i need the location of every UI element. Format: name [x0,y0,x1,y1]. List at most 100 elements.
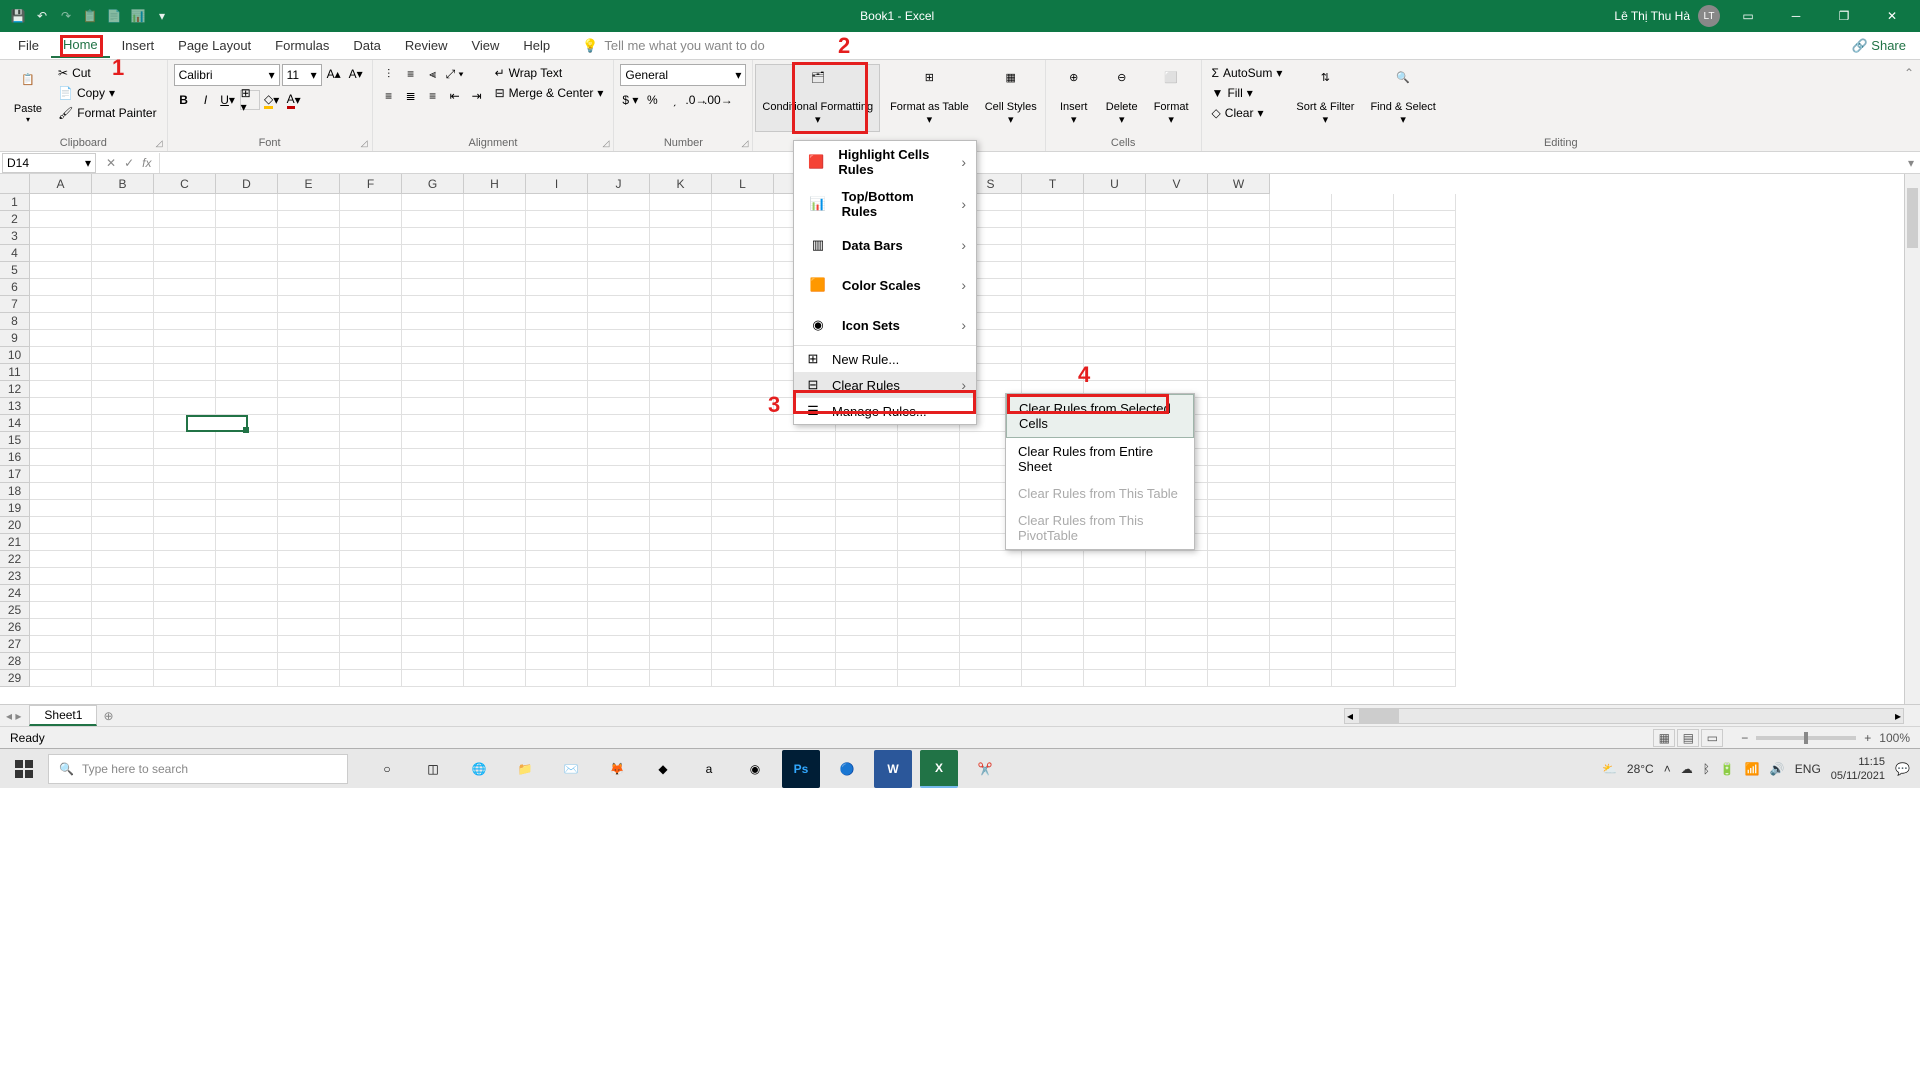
row-header[interactable]: 18 [0,483,30,500]
row-header[interactable]: 4 [0,245,30,262]
align-bottom-icon[interactable]: ⫷ [423,64,443,84]
menu-clear-rules[interactable]: ⊟ Clear Rules› [794,372,976,398]
column-header[interactable]: H [464,174,526,194]
comma-format-icon[interactable]: ˏ [664,90,684,110]
format-cells-button[interactable]: ⬜Format▾ [1148,64,1195,132]
column-header[interactable]: L [712,174,774,194]
zoom-out-icon[interactable]: − [1741,731,1748,745]
dialog-launcher-icon[interactable]: ◿ [361,138,368,149]
user-avatar[interactable]: LT [1698,5,1720,27]
snip-icon[interactable]: ✂️ [966,750,1004,788]
tab-formulas[interactable]: Formulas [263,34,341,57]
tab-view[interactable]: View [459,34,511,57]
decrease-indent-icon[interactable]: ⇤ [445,86,465,106]
clear-button[interactable]: ◇Clear ▾ [1208,104,1287,122]
print-icon[interactable]: 📊 [128,6,148,26]
row-header[interactable]: 5 [0,262,30,279]
dialog-launcher-icon[interactable]: ◿ [602,138,609,149]
cancel-icon[interactable]: ✕ [106,156,116,170]
row-header[interactable]: 15 [0,432,30,449]
row-header[interactable]: 16 [0,449,30,466]
column-header[interactable]: B [92,174,154,194]
expand-formula-bar-icon[interactable]: ▾ [1902,156,1920,170]
tab-file[interactable]: File [6,34,51,57]
underline-button[interactable]: U ▾ [218,90,238,110]
row-header[interactable]: 11 [0,364,30,381]
start-button[interactable] [0,749,48,789]
wrap-text-button[interactable]: ↵Wrap Text [491,64,608,82]
delete-cells-button[interactable]: ⊖Delete▾ [1100,64,1144,132]
qat-customize-icon[interactable]: ▾ [152,6,172,26]
insert-cells-button[interactable]: ⊕Insert▾ [1052,64,1096,132]
photoshop-icon[interactable]: Ps [782,750,820,788]
font-size-combo[interactable]: 11▾ [282,64,322,86]
cut-button[interactable]: ✂Cut [54,64,161,82]
orientation-icon[interactable]: ⤢ ▾ [445,64,465,84]
column-header[interactable]: F [340,174,402,194]
fx-icon[interactable]: fx [142,156,151,170]
menu-icon-sets[interactable]: ◉ Icon Sets› [794,305,976,345]
copy-button[interactable]: 📄Copy ▾ [54,84,161,102]
align-top-icon[interactable]: ⫶ [379,64,399,84]
active-cell[interactable] [186,415,248,432]
tab-insert[interactable]: Insert [110,34,167,57]
align-middle-icon[interactable]: ≡ [401,64,421,84]
menu-new-rule[interactable]: ⊞ New Rule... [794,345,976,372]
taskbar-search[interactable]: 🔍 Type here to search [48,754,348,784]
copy-icon[interactable]: 📋 [80,6,100,26]
app-icon[interactable]: 🔵 [828,750,866,788]
notifications-icon[interactable]: 💬 [1895,762,1910,776]
save-icon[interactable]: 💾 [8,6,28,26]
select-all-button[interactable] [0,174,30,194]
excel-icon[interactable]: X [920,750,958,788]
column-header[interactable]: D [216,174,278,194]
increase-font-icon[interactable]: A▴ [324,64,344,84]
clear-entire-sheet[interactable]: Clear Rules from Entire Sheet [1006,438,1194,480]
formula-input[interactable] [159,153,1902,173]
number-format-combo[interactable]: General▾ [620,64,746,86]
column-header[interactable]: J [588,174,650,194]
temperature[interactable]: 28°C [1627,762,1654,776]
autosum-button[interactable]: ΣAutoSum ▾ [1208,64,1287,82]
row-header[interactable]: 22 [0,551,30,568]
row-header[interactable]: 6 [0,279,30,296]
conditional-formatting-button[interactable]: 🗂 Conditional Formatting ▾ [755,64,880,132]
language-indicator[interactable]: ENG [1795,762,1821,776]
row-header[interactable]: 21 [0,534,30,551]
paste-icon[interactable]: 📄 [104,6,124,26]
ribbon-display-icon[interactable]: ▭ [1728,2,1768,30]
onedrive-icon[interactable]: ☁ [1681,762,1693,776]
row-header[interactable]: 14 [0,415,30,432]
row-header[interactable]: 10 [0,347,30,364]
weather-icon[interactable]: ⛅ [1602,762,1617,776]
file-explorer-icon[interactable]: 📁 [506,750,544,788]
column-header[interactable]: K [650,174,712,194]
format-as-table-button[interactable]: ⊞ Format as Table ▾ [884,64,975,132]
row-headers[interactable]: 1234567891011121314151617181920212223242… [0,194,30,687]
fill-color-button[interactable]: ◇ ▾ [262,90,282,110]
amazon-icon[interactable]: a [690,750,728,788]
dialog-launcher-icon[interactable]: ◿ [741,138,748,149]
accounting-format-icon[interactable]: $ ▾ [620,90,640,110]
align-center-icon[interactable]: ≣ [401,86,421,106]
decrease-decimal-icon[interactable]: .00→ [708,90,728,110]
row-header[interactable]: 19 [0,500,30,517]
row-header[interactable]: 17 [0,466,30,483]
minimize-icon[interactable]: ─ [1776,2,1816,30]
word-icon[interactable]: W [874,750,912,788]
merge-center-button[interactable]: ⊟Merge & Center ▾ [491,84,608,102]
tab-review[interactable]: Review [393,34,460,57]
collapse-ribbon-icon[interactable]: ⌃ [1904,66,1914,80]
menu-manage-rules[interactable]: ☰ Manage Rules... [794,398,976,424]
tab-data[interactable]: Data [341,34,392,57]
maximize-icon[interactable]: ❐ [1824,2,1864,30]
page-layout-view-icon[interactable]: ▤ [1677,729,1699,747]
volume-icon[interactable]: 🔊 [1770,762,1785,776]
row-header[interactable]: 24 [0,585,30,602]
font-name-combo[interactable]: Calibri▾ [174,64,280,86]
italic-button[interactable]: I [196,90,216,110]
vertical-scrollbar[interactable] [1904,174,1920,704]
column-header[interactable]: U [1084,174,1146,194]
row-header[interactable]: 3 [0,228,30,245]
chrome-icon[interactable]: ◉ [736,750,774,788]
